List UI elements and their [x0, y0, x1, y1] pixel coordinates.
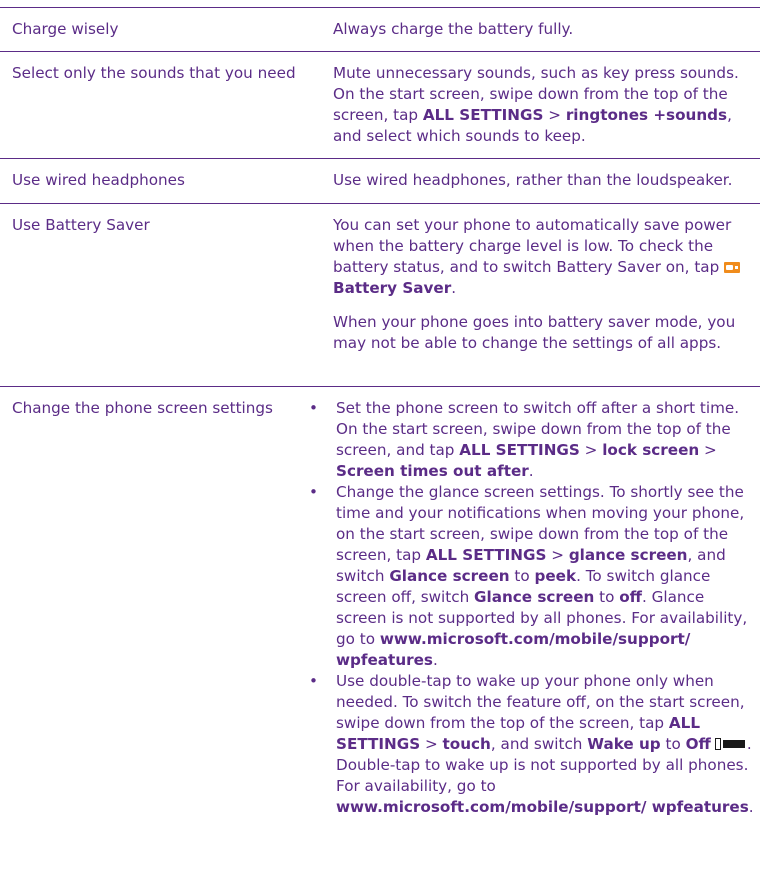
bullet-list: Set the phone screen to switch off after…: [306, 398, 758, 818]
tip-label: Use Battery Saver: [12, 216, 150, 234]
table-row: Charge wisely Always charge the battery …: [0, 7, 760, 52]
toggle-off-icon: [714, 738, 745, 750]
tip-label: Use wired headphones: [12, 171, 185, 189]
list-item: Use double-tap to wake up your phone onl…: [306, 671, 758, 818]
tip-description: Set the phone screen to switch off after…: [306, 398, 758, 818]
tip-label: Charge wisely: [12, 20, 119, 38]
tip-description: Use wired headphones, rather than the lo…: [333, 171, 733, 189]
tip-label: Change the phone screen settings: [12, 399, 273, 417]
tip-description: Mute unnecessary sounds, such as key pre…: [333, 64, 739, 145]
table-row: Change the phone screen settings Set the…: [0, 386, 760, 875]
tip-label: Select only the sounds that you need: [12, 64, 296, 82]
tip-description: You can set your phone to automatically …: [333, 215, 758, 354]
paragraph: When your phone goes into battery saver …: [333, 313, 736, 352]
table-row: Select only the sounds that you need Mut…: [0, 51, 760, 159]
table-row: Use Battery Saver You can set your phone…: [0, 203, 760, 387]
tip-description: Always charge the battery fully.: [333, 20, 574, 38]
battery-saver-icon: [724, 262, 741, 273]
table-row: Use wired headphones Use wired headphone…: [0, 158, 760, 204]
list-item: Set the phone screen to switch off after…: [306, 398, 758, 482]
list-item: Change the glance screen settings. To sh…: [306, 482, 758, 671]
paragraph: You can set your phone to automatically …: [333, 215, 758, 299]
